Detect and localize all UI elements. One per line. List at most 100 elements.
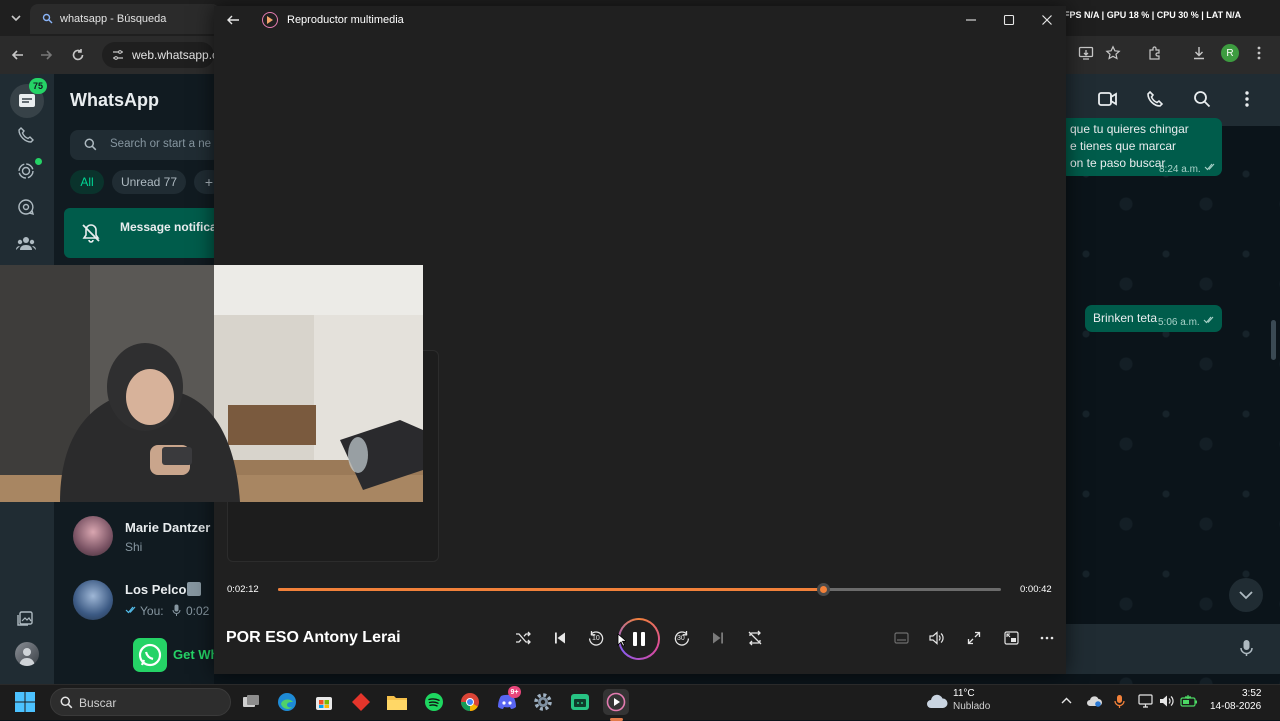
tab-search-dropdown-icon[interactable] (6, 8, 26, 28)
message-bubble-outgoing[interactable]: Brinken teta 5:06 a.m. (1085, 305, 1222, 332)
windows-taskbar: Buscar 9+ 11°C Nublado 3:52 14-08-2026 (0, 684, 1280, 721)
captions-button[interactable] (889, 626, 913, 650)
app-diamond-icon (351, 692, 371, 712)
read-receipt-icon (1204, 163, 1216, 171)
downloads-icon[interactable] (1189, 43, 1209, 63)
cloud-sync-icon[interactable] (1086, 694, 1102, 708)
chat-avatar (73, 516, 113, 556)
skip-forward-button[interactable]: 30 (670, 626, 694, 650)
browser-menu-icon[interactable] (1249, 43, 1269, 63)
task-view-button[interactable] (238, 689, 264, 715)
chat-row[interactable]: Marie Dantzer Shi (54, 510, 214, 562)
start-button[interactable] (14, 691, 36, 713)
filter-unread-chip[interactable]: Unread 77 (112, 170, 186, 194)
repeat-button[interactable] (743, 626, 767, 650)
discord-notification-badge: 9+ (508, 686, 521, 698)
scroll-down-button[interactable] (1229, 578, 1263, 612)
close-icon[interactable] (1041, 14, 1053, 26)
voice-call-icon[interactable] (1146, 90, 1164, 108)
spotify-icon (424, 692, 444, 712)
back-arrow-icon[interactable] (226, 13, 240, 27)
spotify-app[interactable] (421, 689, 447, 715)
reload-icon[interactable] (68, 45, 88, 65)
forward-icon[interactable] (36, 45, 56, 65)
store-app[interactable] (311, 689, 337, 715)
expand-icon (967, 631, 981, 645)
message-line: on te paso buscar (1070, 156, 1166, 170)
seek-bar-fill (278, 588, 824, 591)
mouse-cursor-icon (617, 633, 626, 647)
chat-preview: You: (140, 604, 164, 618)
maximize-icon[interactable] (1003, 14, 1015, 26)
install-app-icon[interactable] (1076, 43, 1096, 63)
microphone-icon[interactable] (1240, 639, 1253, 657)
minimize-icon[interactable] (965, 14, 977, 26)
edge-app[interactable] (274, 689, 300, 715)
extensions-icon[interactable] (1145, 43, 1165, 63)
notification-banner[interactable]: Message notificat (64, 208, 224, 258)
bookmark-star-icon[interactable] (1103, 43, 1123, 63)
conversation-scrollbar[interactable] (1271, 320, 1276, 360)
chrome-app[interactable] (457, 689, 483, 715)
site-settings-icon[interactable] (112, 49, 124, 61)
filter-all-chip[interactable]: All (70, 170, 104, 194)
green-app[interactable] (567, 689, 593, 715)
search-icon (84, 138, 97, 151)
status-icon[interactable] (17, 162, 35, 180)
back-icon[interactable] (8, 45, 28, 65)
more-options-button[interactable] (1035, 626, 1059, 650)
user-avatar[interactable] (15, 642, 39, 666)
taskbar-search-placeholder: Buscar (79, 696, 117, 710)
url-text: web.whatsapp.co (132, 48, 225, 62)
profile-avatar[interactable]: R (1221, 44, 1239, 62)
chat-preview: Shi (125, 540, 143, 554)
chrome-icon (460, 692, 480, 712)
mini-player-icon (1003, 631, 1019, 645)
message-bubble-outgoing[interactable]: que tu quieres chingar e tienes que marc… (1060, 118, 1222, 176)
next-button[interactable] (706, 626, 730, 650)
chat-search-input[interactable]: Search or start a ne (70, 130, 220, 160)
channels-icon[interactable] (17, 198, 35, 216)
shuffle-icon (515, 631, 531, 645)
media-player-taskbar-app[interactable] (603, 689, 629, 715)
taskbar-search-box[interactable]: Buscar (50, 688, 231, 716)
message-line: que tu quieres chingar (1070, 122, 1189, 136)
mini-player-button[interactable] (999, 626, 1023, 650)
skip-back-button[interactable]: 10 (584, 626, 608, 650)
folder-icon (386, 693, 408, 711)
clock-date: 14-08-2026 (1210, 701, 1262, 712)
microphone-icon[interactable] (1114, 694, 1125, 709)
calls-icon[interactable] (17, 126, 35, 144)
chats-icon (18, 93, 36, 109)
search-placeholder: Search or start a ne (110, 138, 211, 150)
volume-button[interactable] (924, 626, 948, 650)
media-icon[interactable] (17, 609, 35, 627)
chevron-up-icon[interactable] (1061, 697, 1072, 704)
menu-icon[interactable] (1245, 91, 1249, 107)
previous-button[interactable] (548, 626, 572, 650)
shuffle-button[interactable] (511, 626, 535, 650)
display-icon[interactable] (1138, 694, 1154, 709)
more-icon (1040, 636, 1054, 640)
store-icon (314, 692, 334, 712)
get-app-link[interactable]: Get Wh (173, 647, 219, 662)
speaker-icon[interactable] (1159, 694, 1175, 708)
communities-icon[interactable] (16, 234, 36, 252)
chevron-down-icon (1239, 590, 1253, 600)
microphone-icon (172, 604, 181, 616)
chat-row[interactable]: Los Pelco You: 0:02 (54, 574, 214, 626)
notification-banner-title: Message notificat (120, 220, 221, 234)
fullscreen-button[interactable] (962, 626, 986, 650)
browser-tab-whatsapp-search[interactable]: whatsapp - Búsqueda (30, 4, 220, 34)
seek-bar[interactable] (278, 583, 1001, 596)
address-bar[interactable]: web.whatsapp.co (102, 42, 225, 68)
file-explorer-app[interactable] (384, 689, 410, 715)
battery-icon[interactable] (1180, 694, 1198, 708)
windows-logo-icon (14, 691, 36, 713)
search-icon[interactable] (1193, 90, 1211, 108)
message-time: 8:24 a.m. (1159, 164, 1201, 175)
red-diamond-app[interactable] (348, 689, 374, 715)
video-call-icon[interactable] (1098, 91, 1118, 107)
captions-icon (893, 632, 909, 644)
settings-app[interactable] (530, 689, 556, 715)
